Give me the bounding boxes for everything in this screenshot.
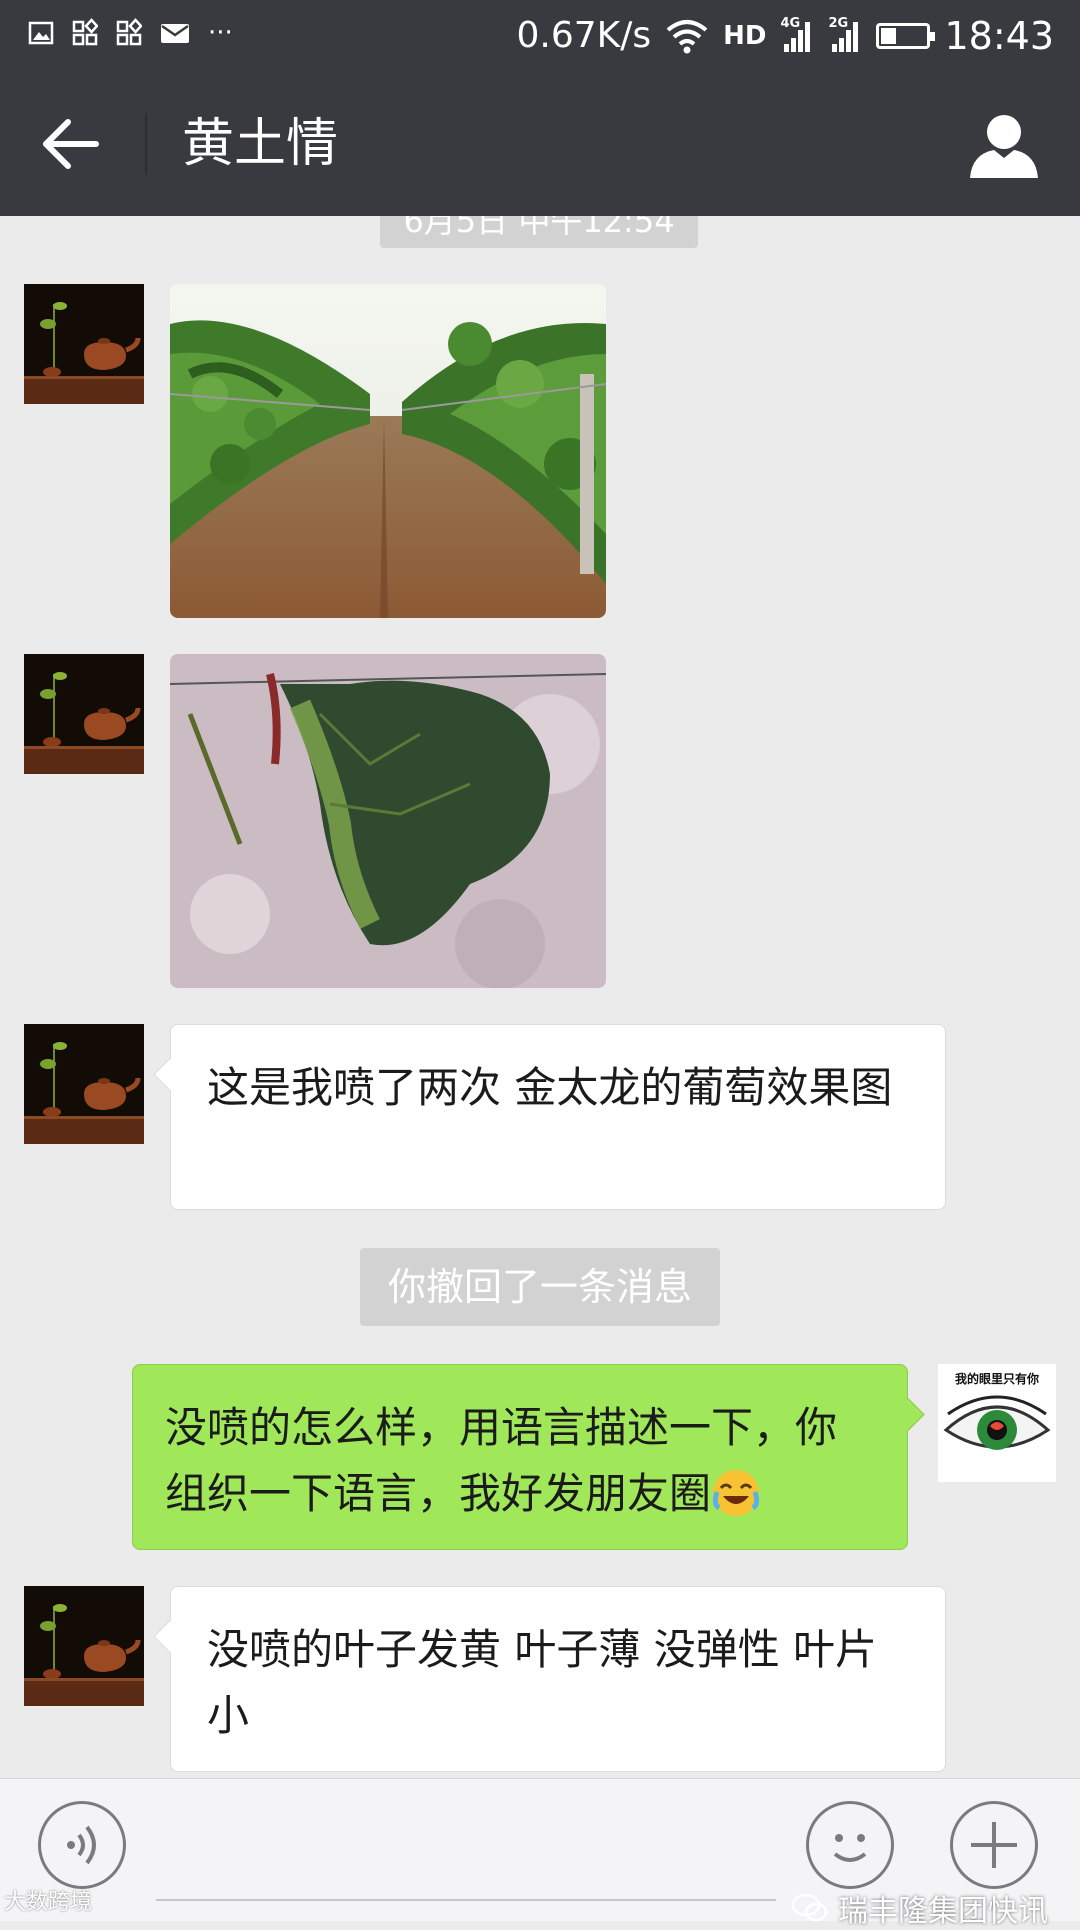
network-speed: 0.67K/s [516, 15, 652, 56]
back-arrow-icon[interactable] [38, 114, 104, 174]
grape-leaf-photo-icon [170, 654, 606, 988]
app-notification-icon [72, 18, 98, 46]
more-notifications-icon: ··· [208, 18, 233, 48]
contact-avatar[interactable] [24, 284, 144, 404]
signal-2g: 2G [828, 16, 862, 56]
message-text: 没喷的叶子发黄 叶子薄 没弹性 叶片小 [207, 1625, 878, 1740]
wechat-logo-icon [792, 1893, 828, 1922]
watermark-right-text: 瑞丰隆集团快讯 [838, 1894, 1048, 1929]
watermark-right: 瑞丰隆集团快讯 [792, 1886, 1048, 1930]
hd-indicator: HD [723, 21, 767, 51]
message-timestamp: 6月5日 中午12:54 [380, 216, 698, 248]
grape-vineyard-rows-photo [170, 284, 606, 618]
mail-icon [161, 24, 189, 43]
recalled-message-notice: 你撤回了一条消息 [360, 1248, 720, 1326]
clock: 18:43 [944, 14, 1054, 58]
signal-bars-icon-2 [832, 22, 859, 52]
chat-title: 黄土情 [182, 114, 339, 174]
emoji-face-icon [833, 1834, 867, 1862]
message-input[interactable] [156, 1899, 776, 1901]
crying-laughing-emoji-icon [712, 1470, 760, 1516]
my-avatar-caption: 我的眼里只有你 [954, 1372, 1039, 1386]
teapot-avatar-icon [24, 1024, 144, 1144]
battery-level [881, 28, 897, 44]
plus-icon [971, 1822, 1017, 1868]
image-notification-icon [28, 21, 54, 45]
wifi-icon [666, 20, 708, 54]
contact-avatar[interactable] [24, 1024, 144, 1144]
battery-icon [876, 23, 936, 49]
watermark-left-text: 大数跨境 [4, 1890, 93, 1915]
emoji-button[interactable] [806, 1801, 894, 1889]
teapot-avatar-icon [24, 654, 144, 774]
message-text: 这是我喷了两次 金太龙的葡萄效果图 [207, 1063, 893, 1112]
watermark-left: 大数跨境 [4, 1884, 92, 1916]
vineyard-photo[interactable] [170, 284, 606, 618]
voice-input-button[interactable] [38, 1801, 126, 1889]
incoming-message-bubble[interactable]: 这是我喷了两次 金太龙的葡萄效果图 [170, 1024, 946, 1210]
app-notification-icon-2 [116, 18, 142, 46]
contact-avatar[interactable] [24, 1586, 144, 1706]
voice-icon [67, 1825, 96, 1865]
teapot-avatar-icon [24, 1586, 144, 1706]
status-bar: ··· 0.67K/s HD 4G 2G 18:43 [0, 0, 1080, 72]
outgoing-message-bubble[interactable]: 没喷的怎么样，用语言描述一下，你组织一下语言，我好发朋友圈 [132, 1364, 908, 1550]
my-avatar[interactable]: 我的眼里只有你 [938, 1364, 1056, 1482]
chat-header: 黄土情 [0, 72, 1080, 216]
incoming-message-bubble[interactable]: 没喷的叶子发黄 叶子薄 没弹性 叶片小 [170, 1586, 946, 1772]
teapot-avatar-icon [24, 284, 144, 404]
notification-icons: ··· [28, 18, 233, 48]
grape-leaf-photo[interactable] [170, 654, 606, 988]
signal-4g: 4G [780, 16, 814, 56]
contact-avatar[interactable] [24, 654, 144, 774]
signal-bars-icon [784, 22, 811, 52]
chat-profile-icon[interactable] [966, 110, 1042, 180]
header-divider [145, 114, 147, 174]
more-actions-button[interactable] [950, 1801, 1038, 1889]
